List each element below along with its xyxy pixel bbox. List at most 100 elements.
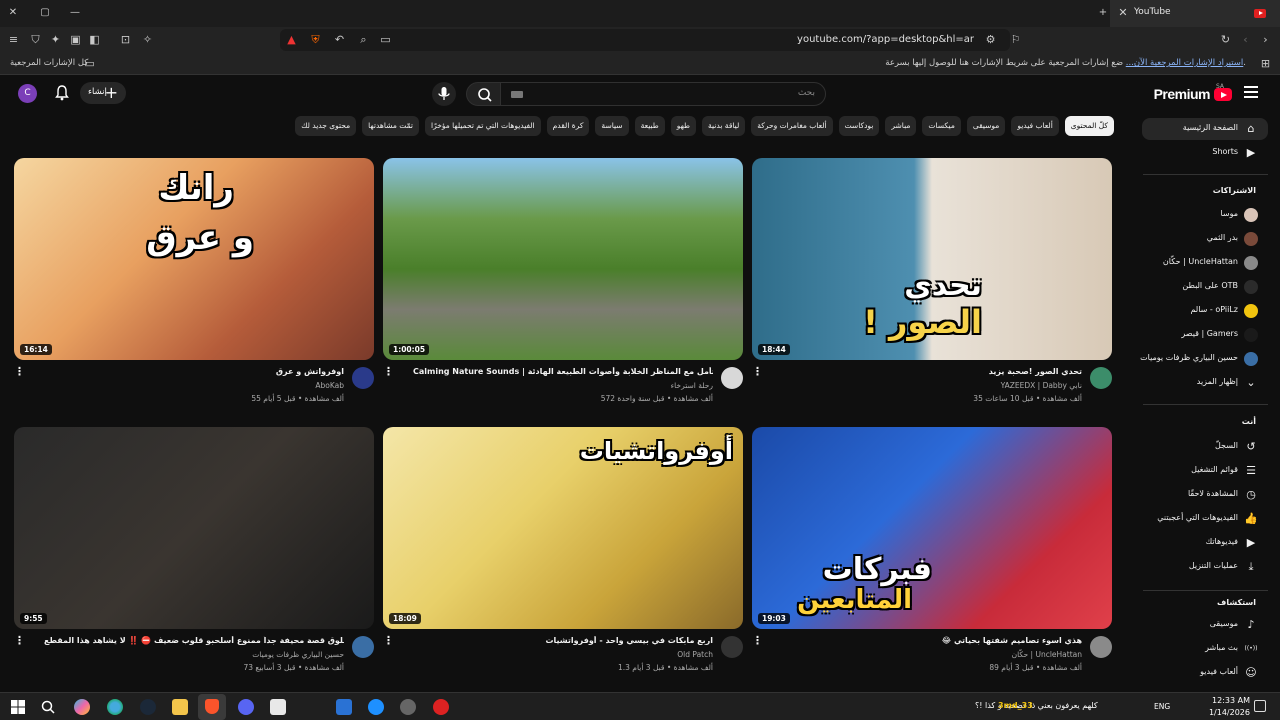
shield-icon[interactable]: ⛉ [28, 32, 43, 47]
telegram-icon[interactable] [368, 699, 384, 715]
video-title[interactable]: تحدي الصور !صحبة يزيد [782, 367, 1082, 376]
channel-name[interactable]: Old Patch [677, 650, 713, 659]
keyboard-icon[interactable] [511, 91, 523, 98]
steam-icon[interactable] [140, 699, 156, 715]
edge-icon[interactable] [107, 699, 123, 715]
channel-avatar[interactable] [352, 367, 374, 389]
import-bookmarks-link[interactable]: استيراد الإشارات المرجعية الآن... [1126, 58, 1244, 68]
chip-9[interactable]: طبيعة [634, 116, 665, 136]
site-settings-icon[interactable]: ⚙ [983, 32, 998, 47]
video-thumbnail[interactable]: 1:00:05 [383, 158, 743, 360]
brave-rewards-icon[interactable]: ▲ [284, 32, 299, 47]
video-title[interactable]: Calming Nature Sounds | استرخاء وتأمل مع… [413, 367, 713, 376]
sidebar-item[interactable]: بدر الثمي [1142, 228, 1268, 250]
chip-13[interactable]: تمّت مشاهدتها [362, 116, 420, 136]
sidebar-item[interactable]: ▶ Shorts [1142, 142, 1268, 164]
language-indicator[interactable]: ENG [1154, 702, 1170, 711]
sidebar-item[interactable]: 👍 الفيديوهات التي أعجبتني [1142, 508, 1268, 530]
reload-icon[interactable]: ↻ [1218, 32, 1233, 47]
video-title[interactable]: فلوق قصة محيفة جداً ممنوع أسلحبو قلوب ضع… [44, 636, 344, 645]
sidebar-item[interactable]: ◷ المشاهدة لاحقًا [1142, 484, 1268, 506]
video-thumbnail[interactable]: أوفرواتشيات 18:09 [383, 427, 743, 629]
channel-name[interactable]: حكّان | UncleHattan [1012, 650, 1082, 659]
browser-tab[interactable]: ✕ YouTube [1110, 0, 1280, 27]
video-title[interactable]: اربع مابكات في بيسي واحد - أوفرواتشيات [413, 636, 713, 645]
app-icon-blue[interactable] [336, 699, 352, 715]
more-options-icon[interactable]: ⋮ [383, 635, 394, 652]
system-clock[interactable]: 12:33 AM 1/14/2026 [1200, 695, 1250, 719]
chip-14[interactable]: محتوى جديد لك [295, 116, 357, 136]
channel-avatar[interactable] [352, 636, 374, 658]
chip-3[interactable]: ميكسات [922, 116, 961, 136]
copilot-icon[interactable] [74, 699, 90, 715]
news-ticker-text[interactable]: كلهم يعرفون بعني ذا فضحيه و كذا !؟ [975, 701, 1098, 710]
chip-2[interactable]: موسيقى [966, 116, 1006, 136]
video-title[interactable]: اوفرواتش و عرق [44, 367, 344, 376]
channel-avatar[interactable] [1090, 367, 1112, 389]
more-options-icon[interactable]: ⋮ [752, 366, 763, 383]
forward-icon[interactable]: ‹ [1238, 32, 1253, 47]
chip-0[interactable]: كلّ المحتوى [1064, 116, 1114, 136]
sidebar-item[interactable]: ♪ موسيقى [1142, 614, 1268, 636]
brave-browser-taskbar-button[interactable] [198, 694, 226, 720]
back-icon[interactable]: › [1258, 32, 1273, 47]
window-close-icon[interactable]: ✕ [6, 6, 20, 20]
video-card[interactable]: رانك و عرق 16:14 اوفرواتش و عرق AboKab 55 ألف… [14, 158, 374, 408]
sidebar-item[interactable]: ☰ قوائم التشغيل [1142, 460, 1268, 482]
sidebar-item[interactable]: ⌄ إظهار المزيد [1142, 372, 1268, 394]
chip-10[interactable]: سياسة [595, 116, 629, 136]
brave-shield-icon[interactable]: ⛨ [308, 32, 323, 47]
address-bar[interactable]: ▲ ⛨ ↶ ⌕ ▭ youtube.com/?app=desktop&hl=ar… [280, 29, 1010, 51]
channel-avatar[interactable] [1090, 636, 1112, 658]
video-card[interactable]: 1:00:05 Calming Nature Sounds | استرخاء و… [383, 158, 743, 408]
youtube-premium-logo[interactable]: SA Premium [1152, 83, 1232, 103]
tab-close-icon[interactable]: ✕ [1116, 6, 1130, 20]
more-options-icon[interactable]: ⋮ [14, 635, 25, 652]
apps-grid-icon[interactable]: ⊞ [1258, 56, 1273, 71]
more-options-icon[interactable]: ⋮ [14, 366, 25, 383]
window-maximize-icon[interactable]: ▢ [38, 6, 52, 20]
search-button[interactable] [466, 82, 502, 106]
video-thumbnail[interactable]: رانك و عرق 16:14 [14, 158, 374, 360]
chip-8[interactable]: طهو [670, 116, 697, 136]
chip-1[interactable]: ألعاب فيديو [1011, 116, 1059, 136]
puzzle-icon[interactable]: ✧ [140, 32, 155, 47]
bookmark-icon[interactable]: ⚐ [1008, 32, 1023, 47]
search-input[interactable]: بحث [500, 82, 826, 106]
sidebar-item[interactable]: ▶ فيديوهاتك [1142, 532, 1268, 554]
channel-name[interactable]: حسين البياري ظرفات يوميات [252, 650, 344, 659]
video-thumbnail[interactable]: فبركات المتابعين 19:03 [752, 427, 1112, 629]
avatar[interactable]: C [18, 84, 37, 103]
window-minimize-icon[interactable]: — [68, 6, 82, 20]
video-thumbnail[interactable]: 9:55 [14, 427, 374, 629]
video-card[interactable]: تحدي الصور ! 18:44 تحدي الصور !صحبة يزيد YAZ… [752, 158, 1112, 408]
sidebar-item[interactable]: حسين البياري ظرفات يوميات [1140, 348, 1268, 370]
menu-icon[interactable]: ≡ [6, 32, 21, 47]
extensions-icon[interactable]: ✦ [48, 32, 63, 47]
sidebar-item[interactable]: على البطن OTB [1142, 276, 1268, 298]
screenshot-icon[interactable]: ⊡ [118, 32, 133, 47]
sidebar-toggle-icon[interactable]: ◧ [87, 32, 102, 47]
sidebar-item[interactable]: ⌂ الصفحة الرئيسية [1142, 118, 1268, 140]
sidebar-item[interactable]: حكّان | UncleHattan [1142, 252, 1268, 274]
chip-7[interactable]: لياقة بدنية [702, 116, 746, 136]
guide-menu-icon[interactable] [1244, 86, 1258, 98]
share-icon[interactable]: ↶ [332, 32, 347, 47]
taskbar-search-icon[interactable] [40, 699, 56, 715]
sidebar-item[interactable]: ↺ السجلّ [1142, 436, 1268, 458]
channel-avatar[interactable] [721, 367, 743, 389]
new-tab-icon[interactable]: + [1096, 6, 1110, 20]
more-options-icon[interactable]: ⋮ [752, 635, 763, 652]
recording-icon[interactable] [433, 699, 449, 715]
sidebar-item[interactable]: ⤓ عمليات التنزيل [1142, 556, 1268, 578]
sidebar-item[interactable]: قيصر | Gamers [1142, 324, 1268, 346]
sidebar-item[interactable]: ☺ ألعاب فيديو [1142, 662, 1268, 684]
notification-center-icon[interactable] [1254, 700, 1266, 712]
channel-name[interactable]: AboKab [315, 381, 344, 390]
explore-heading[interactable]: استكشاف [1217, 598, 1256, 607]
notifications-bell-icon[interactable] [55, 85, 69, 101]
all-bookmarks-link[interactable]: كل الإشارات المرجعية [10, 58, 88, 68]
search-lens-icon[interactable]: ⌕ [356, 32, 371, 47]
subscriptions-heading[interactable]: الاشتراكات [1213, 186, 1256, 195]
store-icon[interactable] [270, 699, 286, 715]
